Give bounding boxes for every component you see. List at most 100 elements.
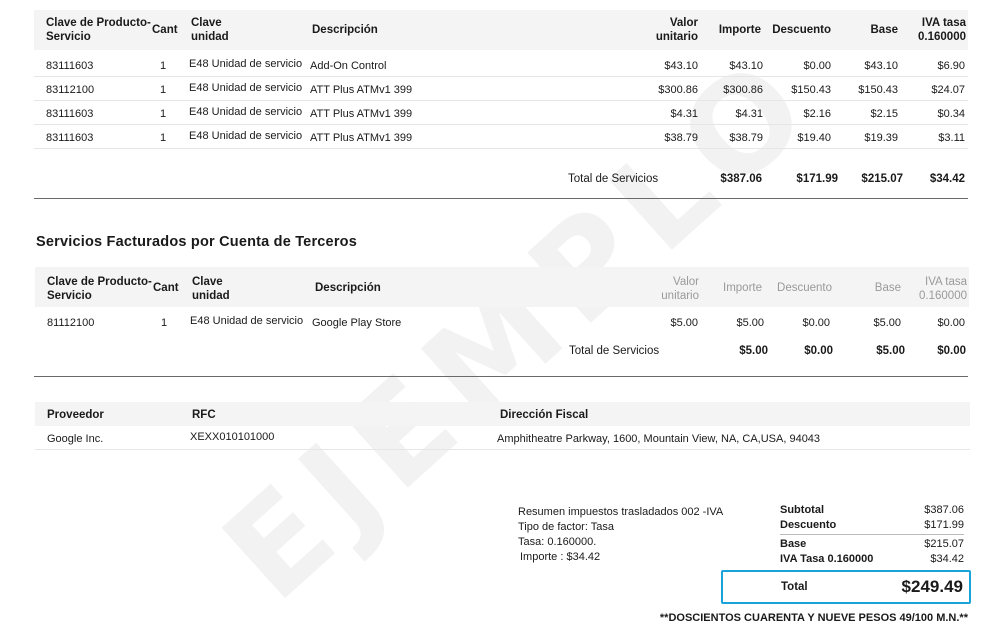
col-iva-tasa: IVA tasa 0.160000	[919, 276, 967, 302]
cell-proveedor: Google Inc.	[47, 433, 104, 445]
services-total-label: Total de Servicios	[568, 173, 659, 185]
col-iva-tasa: IVA tasa 0.160000	[918, 17, 966, 43]
services-total-importe: $387.06	[720, 173, 762, 185]
cell-valor-unitario: $5.00	[670, 317, 698, 329]
cell-importe: $5.00	[736, 317, 764, 329]
third-party-total-base: $5.00	[876, 345, 905, 357]
third-party-total-descuento: $0.00	[804, 345, 833, 357]
services-total-base: $215.07	[861, 173, 903, 185]
col-cant: Cant	[153, 282, 179, 294]
col-valor-unitario: Valor unitario	[655, 17, 698, 43]
cell-cant: 1	[160, 60, 167, 72]
col-importe: Importe	[718, 24, 761, 36]
cell-base: $5.00	[873, 317, 901, 329]
table-row: 83112100 1 E48 Unidad de servicio ATT Pl…	[34, 77, 968, 101]
cell-direccion: Amphitheatre Parkway, 1600, Mountain Vie…	[497, 433, 821, 445]
cell-valor-unitario: $4.31	[670, 108, 698, 120]
cell-clave: 83111603	[46, 132, 94, 144]
tax-summary-line: Resumen impuestos trasladados 002 -IVA	[518, 506, 724, 518]
cell-rfc: XEXX010101000	[190, 431, 275, 443]
divider	[34, 376, 968, 377]
cell-cant: 1	[160, 132, 167, 144]
cell-unidad: E48 Unidad de servicio	[189, 82, 303, 94]
table-row: Google Inc. XEXX010101000 Amphitheatre P…	[35, 426, 970, 450]
cell-cant: 1	[161, 317, 168, 329]
iva-label: IVA Tasa 0.160000	[780, 553, 874, 565]
cell-descuento: $0.00	[803, 60, 831, 72]
table-row: 81112100 1 E48 Unidad de servicio Google…	[35, 310, 969, 334]
base-row: Base $215.07	[780, 537, 964, 552]
total-label: Total	[781, 581, 808, 593]
cell-descuento: $2.16	[803, 108, 831, 120]
cell-importe: $4.31	[735, 108, 763, 120]
cell-iva: $24.07	[931, 84, 965, 96]
col-clave: Clave de Producto- Servicio	[46, 17, 151, 43]
cell-iva: $6.90	[937, 60, 965, 72]
col-clave: Clave de Producto- Servicio	[47, 276, 152, 302]
cell-descripcion: Google Play Store	[312, 317, 402, 329]
cell-base: $2.15	[870, 108, 898, 120]
tax-summary-line: Importe : $34.42	[520, 551, 601, 563]
section-title: Servicios Facturados por Cuenta de Terce…	[36, 234, 357, 250]
cell-cant: 1	[160, 84, 167, 96]
subtotal-row: Subtotal $387.06	[780, 503, 964, 518]
cell-importe: $38.79	[729, 132, 763, 144]
col-descripcion: Descripción	[312, 24, 378, 36]
cell-descuento: $19.40	[797, 132, 831, 144]
third-party-total-iva: $0.00	[937, 345, 966, 357]
cell-iva: $3.11	[938, 132, 965, 144]
iva-value: $34.42	[930, 553, 964, 565]
cell-base: $150.43	[858, 84, 898, 96]
total-value: $249.49	[901, 577, 963, 596]
table-row: 83111603 1 E48 Unidad de servicio ATT Pl…	[34, 101, 968, 125]
col-descuento: Descuento	[772, 24, 831, 36]
tax-summary: Resumen impuestos trasladados 002 -IVA T…	[518, 505, 723, 565]
cell-valor-unitario: $43.10	[664, 60, 698, 72]
provider-table-header: Proveedor RFC Dirección Fiscal	[35, 402, 970, 426]
col-base: Base	[874, 282, 901, 294]
third-party-total-importe: $5.00	[739, 345, 768, 357]
total-in-words: **DOSCIENTOS CUARENTA Y NUEVE PESOS 49/1…	[659, 612, 968, 624]
cell-base: $43.10	[864, 60, 898, 72]
third-party-table-header: Clave de Producto- Servicio Cant Clave u…	[35, 267, 969, 307]
cell-clave: 83111603	[46, 108, 94, 120]
descuento-value: $171.99	[924, 519, 964, 531]
cell-descripcion: ATT Plus ATMv1 399	[310, 132, 413, 144]
col-descripcion: Descripción	[315, 282, 381, 294]
col-clave-unidad: Clave unidad	[192, 276, 230, 302]
col-importe: Importe	[723, 282, 762, 294]
col-valor-unitario: Valor unitario	[661, 276, 699, 302]
base-value: $215.07	[924, 538, 964, 550]
cell-descripcion: ATT Plus ATMv1 399	[310, 108, 413, 120]
services-total-row: Total de Servicios $387.06 $171.99 $215.…	[34, 171, 968, 201]
cell-importe: $43.10	[729, 60, 763, 72]
cell-descripcion: Add-On Control	[310, 60, 387, 72]
provider-table: Proveedor RFC Dirección Fiscal Google In…	[35, 402, 970, 450]
col-base: Base	[870, 24, 899, 36]
cell-clave: 83112100	[46, 84, 95, 96]
cell-unidad: E48 Unidad de servicio	[189, 58, 303, 70]
tax-summary-line: Tipo de factor: Tasa	[518, 521, 614, 533]
divider	[34, 198, 968, 199]
col-clave-unidad: Clave unidad	[191, 17, 229, 43]
cell-clave: 81112100	[47, 317, 95, 329]
descuento-row: Descuento $171.99	[780, 518, 964, 535]
table-row: 83111603 1 E48 Unidad de servicio ATT Pl…	[34, 125, 968, 149]
services-total-iva: $34.42	[929, 173, 965, 185]
base-label: Base	[780, 538, 807, 550]
services-table-header: Clave de Producto- Servicio Cant Clave u…	[34, 10, 968, 50]
third-party-table: Clave de Producto- Servicio Cant Clave u…	[35, 267, 969, 373]
cell-unidad: E48 Unidad de servicio	[189, 130, 303, 142]
total-box: Total $249.49	[721, 570, 971, 604]
descuento-label: Descuento	[780, 519, 837, 531]
services-table: Clave de Producto- Servicio Cant Clave u…	[34, 10, 968, 201]
third-party-total-row: Total de Servicios $5.00 $0.00 $5.00 $0.…	[35, 343, 969, 373]
table-row: 83111603 1 E48 Unidad de servicio Add-On…	[34, 53, 968, 77]
services-rows: 83111603 1 E48 Unidad de servicio Add-On…	[34, 53, 968, 149]
cell-clave: 83111603	[46, 60, 94, 72]
cell-importe: $300.86	[723, 84, 763, 96]
subtotal-value: $387.06	[924, 504, 964, 516]
cell-unidad: E48 Unidad de servicio	[189, 106, 303, 118]
services-total-descuento: $171.99	[796, 173, 838, 185]
cell-valor-unitario: $300.86	[658, 84, 698, 96]
